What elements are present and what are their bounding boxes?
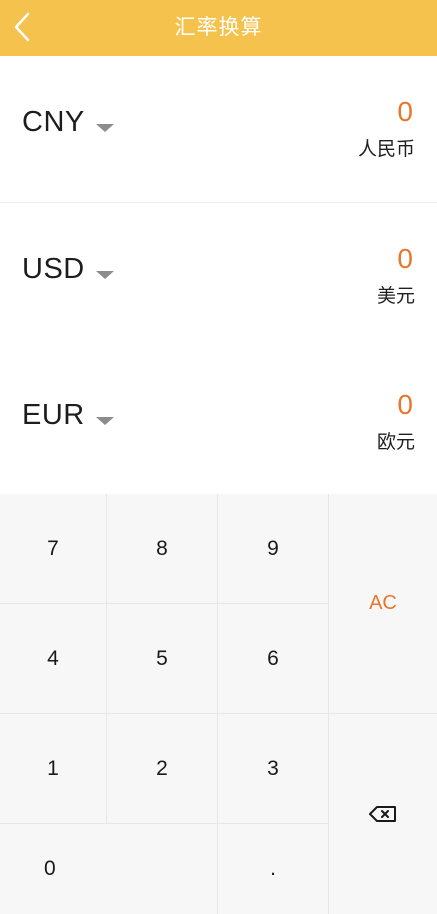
currency-code[interactable]: CNY [22,106,85,139]
caret-down-icon[interactable] [96,271,114,279]
currency-code[interactable]: USD [22,253,85,286]
key-6[interactable]: 6 [218,604,328,713]
currency-value: 0 [397,243,413,274]
caret-down-icon[interactable] [96,124,114,132]
currency-name: 人民币 [357,138,415,160]
key-3[interactable]: 3 [218,714,328,823]
key-dot[interactable]: . [218,824,328,914]
key-4[interactable]: 4 [0,604,106,713]
currency-value: 0 [397,96,413,127]
currency-value: 0 [397,389,413,420]
backspace-button[interactable] [329,714,437,914]
key-8[interactable]: 8 [107,494,217,603]
clear-button[interactable]: AC [329,494,437,713]
key-2[interactable]: 2 [107,714,217,823]
page-title: 汇率换算 [174,15,263,39]
key-9[interactable]: 9 [218,494,328,603]
caret-down-icon[interactable] [96,417,114,425]
currency-row-eur[interactable]: EUR 0 欧元 [0,349,437,494]
key-1[interactable]: 1 [0,714,106,823]
currency-name: 美元 [376,285,415,307]
key-5[interactable]: 5 [107,604,217,713]
currency-name: 欧元 [376,431,415,453]
backspace-icon [369,806,396,822]
currency-row-usd[interactable]: USD 0 美元 [0,203,437,350]
currency-code[interactable]: EUR [22,399,85,432]
app-header: 汇率换算 [0,0,437,56]
currency-row-cny[interactable]: CNY 0 人民币 [0,56,437,203]
key-7[interactable]: 7 [0,494,106,603]
key-0[interactable]: 0 [0,824,217,914]
keypad: 7 8 9 4 5 6 AC 1 2 3 0 . [0,494,437,914]
